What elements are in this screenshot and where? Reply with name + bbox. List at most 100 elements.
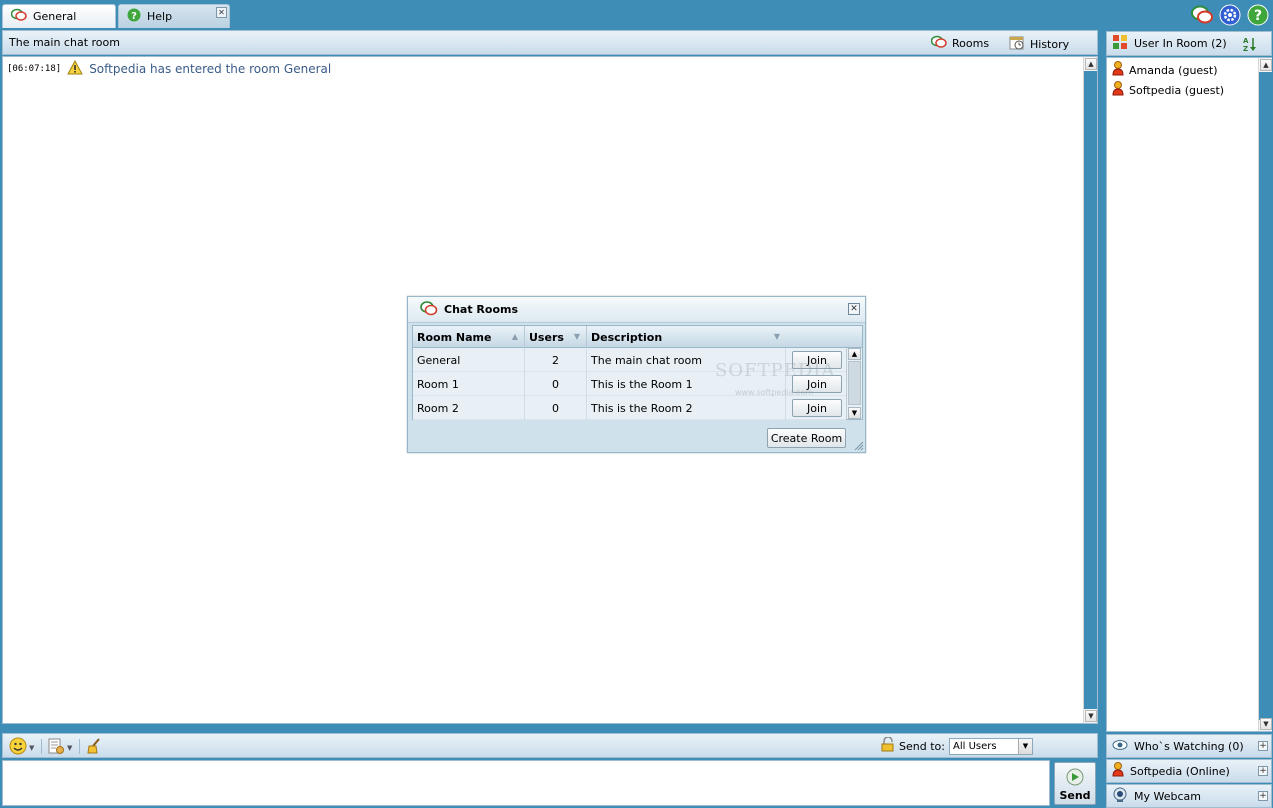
history-button[interactable]: History [1009, 35, 1069, 54]
my-webcam-panel[interactable]: My Webcam + [1106, 784, 1272, 808]
watermark-url: www.softpedia.com [735, 388, 814, 397]
users-cell: 0 [525, 396, 587, 420]
scroll-track[interactable] [1259, 72, 1272, 720]
scroll-up-arrow[interactable]: ▲ [848, 348, 861, 360]
chevron-down-icon: ▼ [29, 743, 35, 752]
scroll-up-arrow[interactable]: ▲ [1260, 59, 1272, 71]
svg-text:?: ? [1254, 8, 1262, 24]
chevron-down-icon[interactable]: ▼ [1018, 738, 1032, 754]
send-to-control: Send to: All Users ▼ [881, 736, 1033, 755]
chat-bubbles-icon [930, 35, 947, 52]
close-icon[interactable]: ✕ [848, 303, 860, 315]
emoticon-button[interactable]: ▼ [9, 737, 34, 758]
user-icon [1112, 81, 1124, 99]
user-item[interactable]: Softpedia (guest) [1112, 81, 1224, 99]
svg-text:Z: Z [1243, 45, 1248, 52]
expand-icon[interactable]: + [1258, 791, 1268, 801]
top-toolbar: ? [1191, 4, 1269, 26]
users-cell: 2 [525, 348, 587, 372]
sort-desc-icon: ▼ [573, 332, 580, 341]
whos-watching-label: Who`s Watching (0) [1134, 739, 1244, 753]
user-name: Amanda (guest) [1129, 63, 1218, 77]
room-name-cell: Room 1 [413, 372, 525, 396]
description-cell: This is the Room 2 [587, 396, 786, 420]
join-button[interactable]: Join [792, 399, 842, 417]
user-list: Amanda (guest) Softpedia (guest) ▲ ▼ [1106, 57, 1272, 732]
column-header-room-name[interactable]: Room Name ▲ [413, 326, 525, 348]
create-room-button[interactable]: Create Room [767, 428, 846, 448]
chat-bubbles-icon [10, 8, 27, 25]
tab-help[interactable]: ? Help ✕ [118, 4, 230, 28]
expand-icon[interactable]: + [1258, 741, 1268, 751]
chat-bubbles-icon[interactable] [1191, 4, 1213, 26]
tab-general[interactable]: General [2, 4, 116, 28]
users-scrollbar[interactable]: ▲ ▼ [1258, 58, 1272, 731]
column-label: Description [591, 330, 663, 344]
dialog-title: Chat Rooms [444, 303, 519, 316]
history-icon [1009, 35, 1025, 54]
users-title: User In Room (2) [1134, 37, 1227, 50]
scroll-down-arrow[interactable]: ▼ [1085, 710, 1097, 722]
webcam-icon [1112, 787, 1128, 806]
help-icon: ? [127, 8, 141, 25]
chat-bubbles-icon [420, 300, 438, 319]
chat-scrollbar[interactable]: ▲ ▼ [1083, 57, 1097, 723]
message-input[interactable] [2, 760, 1050, 806]
scroll-track[interactable] [1084, 71, 1097, 709]
close-icon[interactable]: ✕ [216, 7, 227, 18]
column-label: Room Name [417, 330, 492, 344]
broom-icon [85, 737, 103, 758]
help-icon[interactable]: ? [1247, 4, 1269, 26]
rooms-label: Rooms [952, 37, 990, 50]
send-to-select[interactable]: All Users ▼ [949, 737, 1033, 755]
text-format-icon [47, 737, 65, 758]
online-status-panel[interactable]: Softpedia (Online) + [1106, 759, 1272, 783]
toolbar-divider [79, 739, 80, 754]
whos-watching-panel[interactable]: Who`s Watching (0) + [1106, 734, 1272, 758]
column-header-description[interactable]: Description ▼ [587, 326, 786, 348]
expand-icon[interactable]: + [1258, 766, 1268, 776]
clear-button[interactable] [85, 737, 103, 758]
user-icon [1112, 61, 1124, 79]
chat-header: The main chat room Rooms History [2, 30, 1098, 55]
message-timestamp: [06:07:18] [7, 64, 62, 74]
send-to-value: All Users [953, 740, 997, 752]
chat-message: [06:07:18] Softpedia has entered the roo… [7, 59, 331, 78]
svg-text:A: A [1243, 37, 1249, 45]
sort-desc-icon: ▼ [773, 332, 780, 341]
tab-label: General [33, 10, 77, 23]
lock-icon [881, 736, 895, 755]
settings-icon[interactable] [1219, 4, 1241, 26]
scroll-up-arrow[interactable]: ▲ [1085, 58, 1097, 70]
send-label: Send [1059, 789, 1091, 802]
user-icon [1112, 762, 1124, 780]
toolbar-divider [41, 739, 42, 754]
rooms-button[interactable]: Rooms [930, 35, 990, 52]
users-icon [1112, 34, 1128, 53]
svg-text:?: ? [131, 11, 137, 22]
users-cell: 0 [525, 372, 587, 396]
my-webcam-label: My Webcam [1134, 789, 1201, 803]
tab-bar: General ? Help ✕ ? [0, 0, 1273, 28]
users-header: User In Room (2) AZ [1106, 31, 1272, 56]
sort-asc-icon: ▲ [511, 332, 518, 341]
dialog-titlebar[interactable]: Chat Rooms ✕ [408, 297, 865, 323]
chat-rooms-dialog: Chat Rooms ✕ Room Name ▲ Users ▼ Descrip… [407, 296, 866, 453]
resize-grip-icon[interactable] [854, 441, 864, 451]
column-header-users[interactable]: Users ▼ [525, 326, 587, 348]
online-status-label: Softpedia (Online) [1130, 764, 1230, 778]
rooms-scrollbar[interactable]: ▲ ▼ [846, 348, 862, 419]
column-label: Users [529, 330, 564, 344]
sort-icon[interactable]: AZ [1243, 36, 1257, 55]
scroll-down-arrow[interactable]: ▼ [1260, 718, 1272, 730]
table-row[interactable]: Room 2 0 This is the Room 2 Join [413, 396, 846, 420]
watermark-logo: SOFTPEDIA [715, 360, 836, 381]
send-button[interactable]: Send [1054, 762, 1096, 805]
scroll-thumb[interactable] [848, 361, 861, 405]
font-style-button[interactable]: ▼ [47, 737, 72, 758]
rooms-table: Room Name ▲ Users ▼ Description ▼ Genera… [412, 325, 863, 420]
scroll-down-arrow[interactable]: ▼ [848, 407, 861, 419]
send-to-label: Send to: [899, 739, 945, 753]
user-item[interactable]: Amanda (guest) [1112, 61, 1218, 79]
smiley-icon [9, 737, 27, 758]
